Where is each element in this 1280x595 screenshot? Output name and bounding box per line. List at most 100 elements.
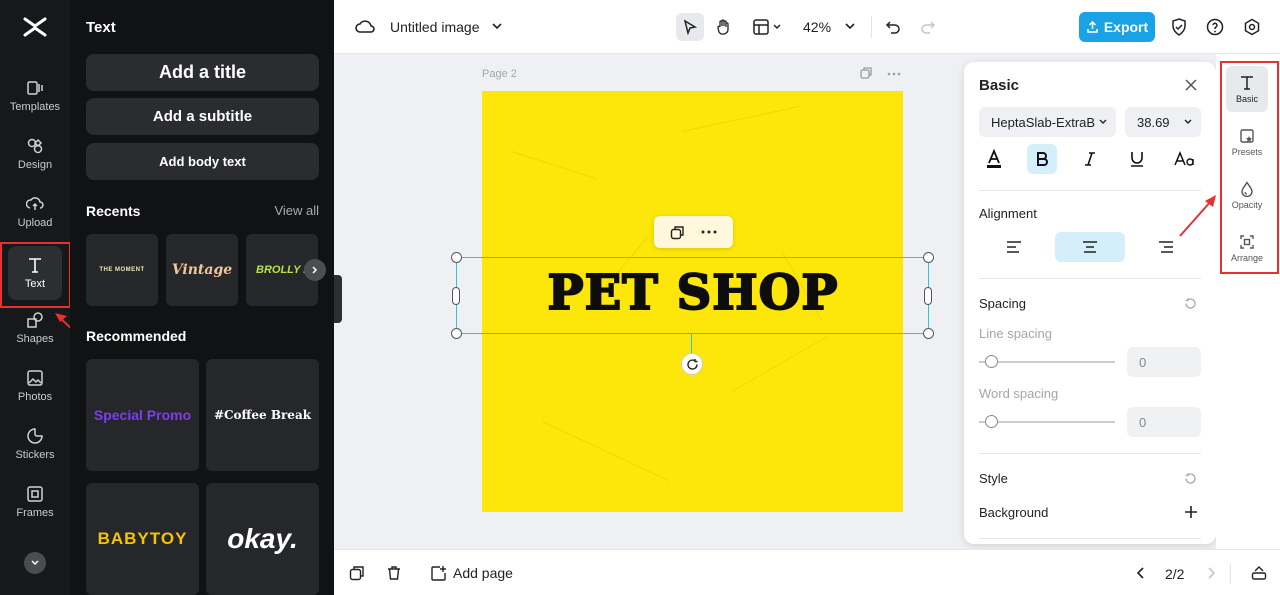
add-title-button[interactable]: Add a title — [86, 54, 319, 91]
document-title[interactable]: Untitled image — [390, 19, 480, 35]
hand-tool-icon[interactable] — [713, 16, 735, 38]
stickers-icon — [27, 428, 43, 444]
rail-label: Templates — [9, 101, 61, 113]
recent-text-template[interactable]: Vintage — [166, 234, 238, 306]
recommended-text-template[interactable]: #Coffee Break — [206, 359, 319, 471]
recent-preview: THE MOMENT — [99, 267, 145, 273]
export-icon — [1087, 20, 1098, 33]
add-body-text-button[interactable]: Add body text — [86, 143, 319, 180]
tool-label: Basic — [1235, 93, 1258, 104]
resize-handle[interactable] — [451, 252, 462, 263]
view-all-link[interactable]: View all — [274, 203, 319, 218]
upload-icon — [26, 197, 44, 210]
resize-handle[interactable] — [452, 287, 460, 305]
underline-button[interactable] — [1122, 144, 1152, 174]
trash-icon[interactable] — [385, 564, 403, 582]
selection-box[interactable] — [456, 257, 929, 334]
resize-handle[interactable] — [451, 328, 462, 339]
duplicate-icon[interactable] — [670, 225, 685, 240]
divider — [979, 190, 1201, 191]
rail-item-text[interactable]: Text — [8, 246, 62, 300]
tool-opacity[interactable]: Opacity — [1226, 172, 1268, 218]
chevron-down-icon[interactable] — [842, 18, 858, 34]
shield-icon[interactable] — [1168, 16, 1190, 38]
settings-icon[interactable] — [1241, 16, 1263, 38]
red-arrow-icon — [1179, 195, 1216, 237]
layout-menu-button[interactable] — [751, 16, 787, 38]
tool-presets[interactable]: Presets — [1226, 119, 1268, 165]
app-window: Templates Design Upload Text Shapes Phot… — [0, 0, 1280, 595]
recommended-text-template[interactable]: Special Promo — [86, 359, 199, 471]
previous-page-icon[interactable] — [1132, 564, 1150, 582]
collapse-panel-handle[interactable] — [334, 275, 342, 323]
align-center-button[interactable] — [1055, 232, 1125, 262]
resize-handle[interactable] — [923, 252, 934, 263]
text-case-button[interactable] — [1170, 144, 1200, 174]
cloud-icon[interactable] — [354, 16, 376, 38]
recommended-text-template[interactable]: BABYTOY — [86, 483, 199, 595]
opacity-icon — [1241, 180, 1253, 197]
add-page-icon — [431, 565, 446, 581]
divider — [979, 538, 1201, 539]
presets-icon — [1240, 128, 1254, 143]
rail-item-design[interactable]: Design — [0, 126, 70, 182]
rail-label: Stickers — [15, 449, 55, 461]
background-label: Background — [979, 505, 1049, 520]
add-page-label: Add page — [453, 565, 513, 581]
more-tools-button[interactable] — [24, 552, 46, 574]
plus-icon[interactable] — [1184, 505, 1198, 519]
toolbar-divider — [1230, 564, 1231, 584]
rail-item-upload[interactable]: Upload — [0, 184, 70, 240]
tool-arrange[interactable]: Arrange — [1226, 225, 1268, 271]
font-family-value: HeptaSlab-ExtraB — [991, 114, 1096, 130]
word-spacing-slider[interactable] — [979, 415, 1115, 428]
page-more-icon[interactable] — [886, 66, 902, 82]
resize-handle[interactable] — [923, 328, 934, 339]
slider-knob[interactable] — [985, 415, 998, 428]
bold-button[interactable] — [1027, 144, 1057, 174]
zoom-level[interactable]: 42% — [803, 19, 831, 35]
reset-icon[interactable] — [1184, 472, 1197, 485]
reset-icon[interactable] — [1184, 297, 1197, 310]
recommended-text-template[interactable]: okay. — [206, 483, 319, 595]
page-manager-icon[interactable] — [1250, 564, 1268, 582]
template-preview: #Coffee Break — [213, 408, 312, 422]
rail-item-stickers[interactable]: Stickers — [0, 416, 70, 472]
duplicate-page-icon[interactable] — [348, 564, 366, 582]
more-options-icon[interactable] — [701, 230, 717, 234]
rail-item-photos[interactable]: Photos — [0, 358, 70, 414]
recents-next-button[interactable] — [304, 259, 326, 281]
slider-knob[interactable] — [985, 355, 998, 368]
text-icon — [1241, 75, 1253, 90]
add-subtitle-button[interactable]: Add a subtitle — [86, 98, 319, 135]
duplicate-page-icon[interactable] — [860, 66, 876, 82]
word-spacing-input[interactable]: 0 — [1127, 407, 1201, 437]
rail-item-templates[interactable]: Templates — [0, 68, 70, 124]
template-preview: okay. — [227, 523, 298, 554]
resize-handle[interactable] — [924, 287, 932, 305]
capcut-logo-icon[interactable] — [22, 14, 48, 40]
close-icon[interactable] — [1184, 78, 1198, 92]
recent-text-template[interactable]: THE MOMENT — [86, 234, 158, 306]
font-size-value: 38.69 — [1137, 114, 1170, 130]
rail-item-frames[interactable]: Frames — [0, 474, 70, 530]
redo-icon[interactable] — [917, 16, 939, 38]
align-left-button[interactable] — [979, 232, 1049, 262]
font-size-select[interactable]: 38.69 — [1125, 107, 1201, 137]
rotate-handle[interactable] — [681, 353, 703, 375]
font-family-select[interactable]: HeptaSlab-ExtraB — [979, 107, 1116, 137]
chevron-down-icon[interactable] — [489, 18, 505, 34]
line-spacing-input[interactable]: 0 — [1127, 347, 1201, 377]
text-color-button[interactable] — [979, 144, 1009, 174]
next-page-icon[interactable] — [1202, 564, 1220, 582]
help-icon[interactable] — [1204, 16, 1226, 38]
line-spacing-slider[interactable] — [979, 355, 1115, 368]
right-tool-rail: Basic Presets Opacity Arrange — [1216, 54, 1280, 549]
undo-icon[interactable] — [882, 16, 904, 38]
italic-button[interactable] — [1075, 144, 1105, 174]
export-button[interactable]: Export — [1079, 12, 1155, 42]
rail-label: Photos — [17, 391, 53, 403]
tool-basic[interactable]: Basic — [1226, 66, 1268, 112]
arrange-icon — [1240, 234, 1254, 249]
add-page-button[interactable]: Add page — [430, 563, 513, 583]
